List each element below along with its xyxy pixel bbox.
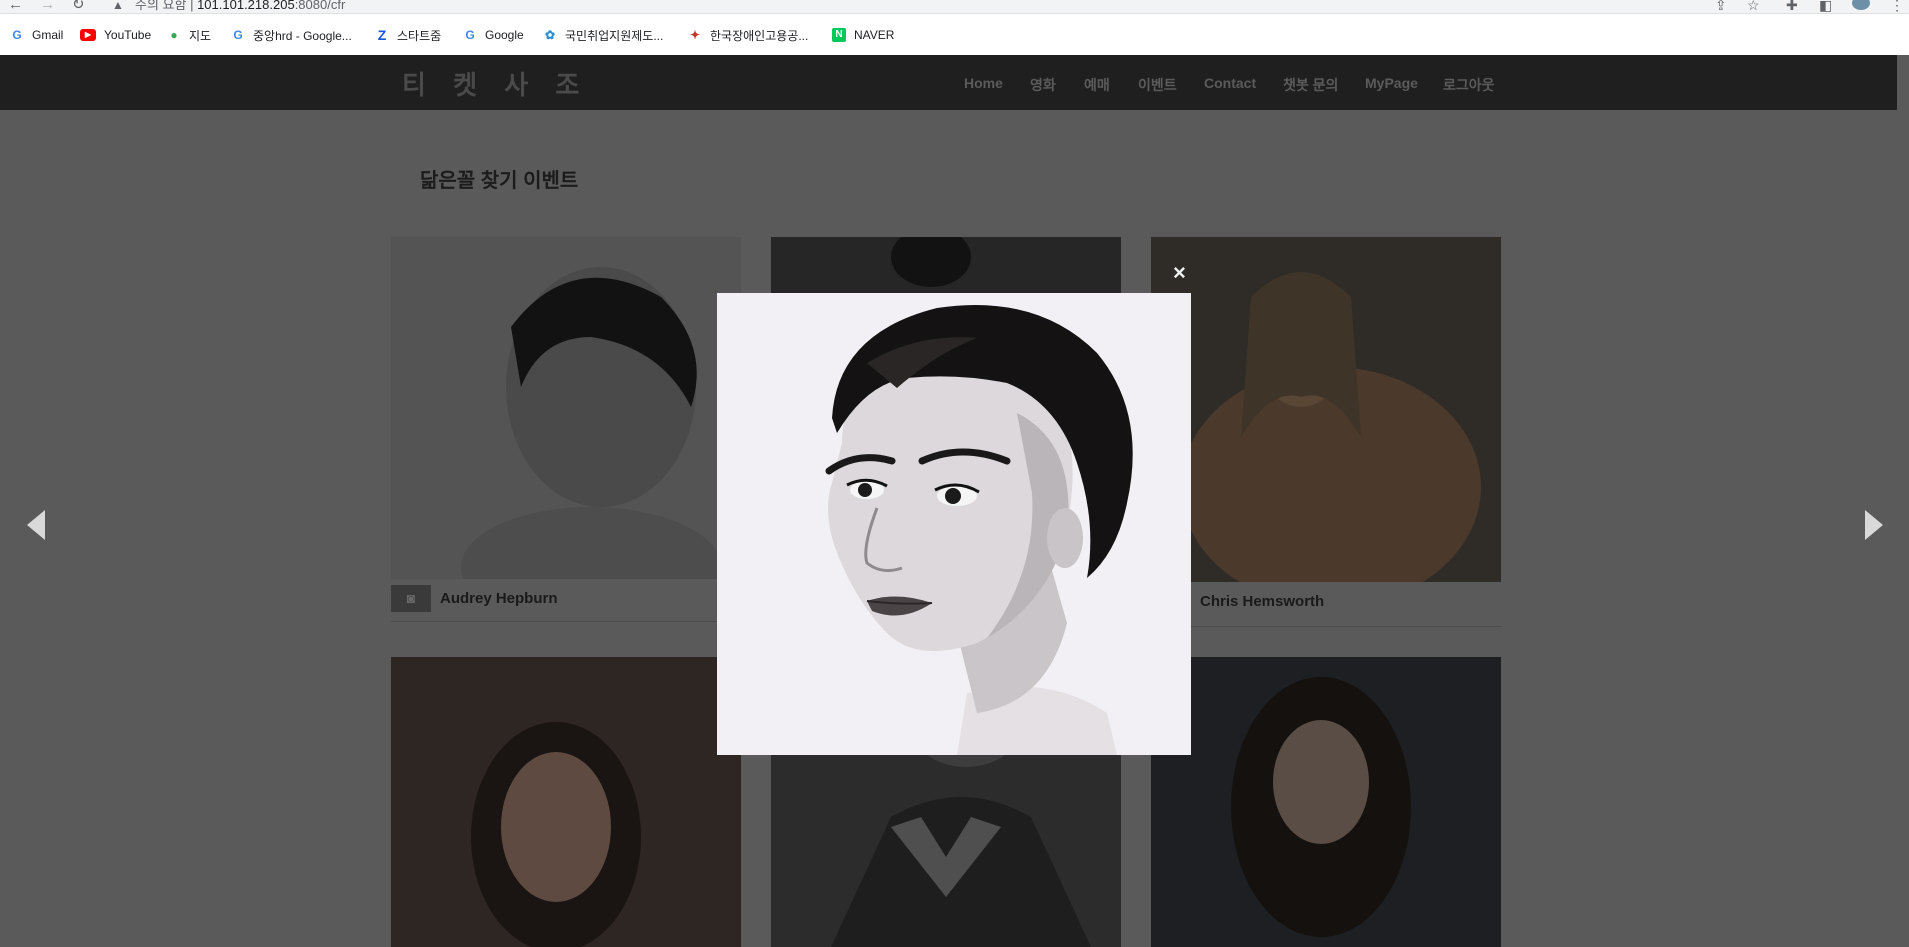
profile-avatar[interactable] bbox=[1852, 0, 1870, 10]
extensions-icon[interactable]: ✚ bbox=[1786, 0, 1798, 13]
security-label: 주의 요함 bbox=[135, 0, 187, 12]
maps-icon: ● bbox=[170, 28, 178, 42]
site-logo[interactable]: 티 켓 사 조 bbox=[402, 65, 589, 102]
bookmark-employment[interactable]: ✿ 국민취업지원제도... bbox=[543, 26, 663, 44]
bookmark-hrd[interactable]: G 중앙hrd - Google... bbox=[231, 26, 351, 44]
bookmark-startzoom[interactable]: Z 스타트줌 bbox=[375, 26, 441, 44]
next-arrow-button[interactable] bbox=[1865, 510, 1883, 540]
address-field[interactable]: 주의 요함 | 101.101.218.205:8080/cfr bbox=[135, 0, 345, 12]
menu-dots-icon[interactable]: ⋮ bbox=[1890, 0, 1904, 13]
portrait-photo bbox=[1151, 237, 1501, 582]
browser-url-bar: ← → ↻ ▲ 주의 요함 | 101.101.218.205:8080/cfr… bbox=[0, 0, 1909, 14]
portrait-photo bbox=[391, 657, 741, 947]
naver-icon: N bbox=[832, 28, 846, 42]
gallery-card[interactable] bbox=[391, 657, 741, 947]
nav-booking[interactable]: 예매 bbox=[1084, 75, 1110, 95]
bookmark-kead[interactable]: ✦ 한국장애인고용공... bbox=[688, 26, 808, 44]
card-divider bbox=[1151, 626, 1501, 627]
z-icon: Z bbox=[377, 27, 387, 43]
nav-contact[interactable]: Contact bbox=[1204, 75, 1256, 91]
nav-events[interactable]: 이벤트 bbox=[1138, 75, 1177, 95]
site-icon: ✿ bbox=[544, 28, 556, 42]
gallery-card[interactable] bbox=[1151, 237, 1501, 582]
modal-portrait-photo bbox=[717, 293, 1191, 755]
sidepanel-icon[interactable]: ◧ bbox=[1819, 0, 1832, 13]
warning-icon: ▲ bbox=[112, 0, 124, 12]
site-header: 티 켓 사 조 Home 영화 예매 이벤트 Contact 챗봇 문의 MyP… bbox=[0, 55, 1897, 110]
portrait-photo bbox=[1151, 657, 1501, 947]
bookmark-gmail[interactable]: G Gmail bbox=[10, 26, 63, 44]
card-caption: Chris Hemsworth bbox=[1200, 593, 1325, 610]
star-icon[interactable]: ☆ bbox=[1747, 0, 1760, 13]
nav-movies[interactable]: 영화 bbox=[1030, 75, 1056, 95]
card-divider bbox=[391, 621, 741, 622]
prev-arrow-button[interactable] bbox=[27, 510, 45, 540]
forward-arrow-icon[interactable]: → bbox=[40, 0, 55, 13]
url-path: :8080/cfr bbox=[294, 0, 346, 12]
camera-icon: ◙ bbox=[391, 585, 431, 612]
url-host: 101.101.218.205 bbox=[197, 0, 295, 12]
gallery-card[interactable] bbox=[391, 237, 741, 579]
site-icon: ✦ bbox=[689, 28, 701, 42]
bookmark-naver[interactable]: N NAVER bbox=[832, 26, 894, 44]
google-icon: G bbox=[12, 28, 22, 42]
nav-logout[interactable]: 로그아웃 bbox=[1443, 75, 1495, 95]
bookmarks-bar: G Gmail ▶ YouTube ● 지도 G 중앙hrd - Google.… bbox=[0, 14, 1909, 55]
nav-home[interactable]: Home bbox=[964, 75, 1003, 91]
image-modal bbox=[717, 293, 1191, 755]
youtube-icon: ▶ bbox=[80, 29, 96, 41]
gallery-card[interactable] bbox=[1151, 657, 1501, 947]
bookmark-google[interactable]: G Google bbox=[463, 26, 523, 44]
portrait-photo bbox=[391, 237, 741, 579]
modal-close-button[interactable]: × bbox=[1173, 259, 1186, 287]
nav-mypage[interactable]: MyPage bbox=[1365, 75, 1418, 91]
nav-chatbot[interactable]: 챗봇 문의 bbox=[1283, 75, 1338, 95]
page-title: 닮은꼴 찾기 이벤트 bbox=[420, 170, 579, 192]
card-caption: Audrey Hepburn bbox=[440, 590, 558, 607]
google-icon: G bbox=[465, 28, 475, 42]
back-arrow-icon[interactable]: ← bbox=[8, 0, 23, 13]
share-icon[interactable]: ⇪ bbox=[1715, 0, 1727, 13]
bookmark-youtube[interactable]: ▶ YouTube bbox=[80, 26, 151, 44]
google-icon: G bbox=[233, 28, 243, 42]
bookmark-maps[interactable]: ● 지도 bbox=[167, 26, 211, 44]
reload-icon[interactable]: ↻ bbox=[72, 0, 85, 13]
